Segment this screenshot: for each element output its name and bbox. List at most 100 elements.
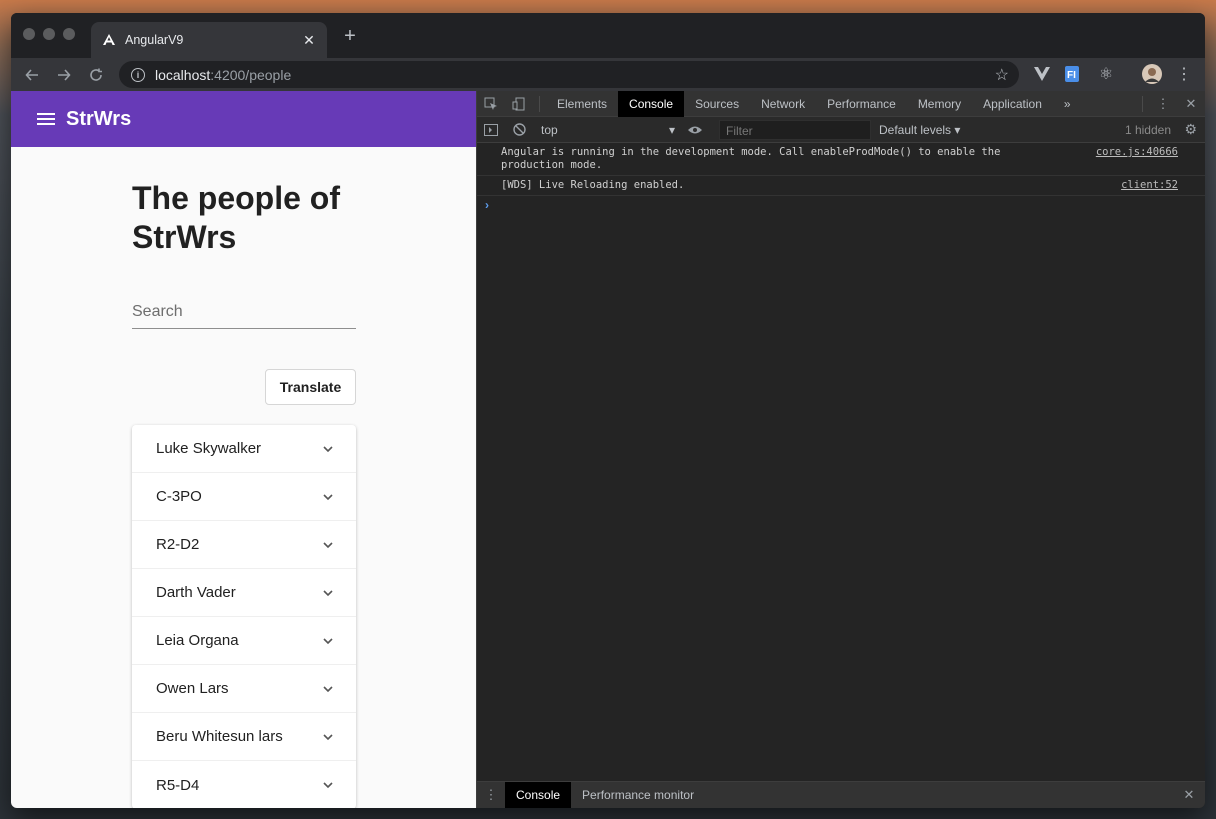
bookmark-star-icon[interactable]: ☆ xyxy=(995,65,1009,85)
browser-toolbar: i localhost:4200/people ☆ FI ⚛ ⋮ xyxy=(11,58,1205,91)
chevron-down-icon xyxy=(323,493,333,500)
close-devtools-icon[interactable]: ✕ xyxy=(1177,91,1205,117)
forward-icon[interactable] xyxy=(53,64,75,86)
live-expression-eye-icon[interactable] xyxy=(681,117,709,143)
person-name: Beru Whitesun lars xyxy=(156,728,283,745)
console-message-text: Angular is running in the development mo… xyxy=(501,146,1001,171)
devtools-drawer: ⋮ Console Performance monitor ✕ xyxy=(477,781,1205,808)
extension-fi-icon[interactable]: FI xyxy=(1063,63,1085,85)
console-settings-gear-icon[interactable]: ⚙ xyxy=(1184,121,1197,138)
person-name: Luke Skywalker xyxy=(156,440,262,457)
url-path: :4200/people xyxy=(210,66,292,83)
chevron-down-icon xyxy=(323,445,333,452)
chevron-down-icon xyxy=(323,541,333,548)
console-source-link[interactable]: core.js:40666 xyxy=(1096,146,1178,159)
angular-icon xyxy=(101,32,117,48)
context-label: top xyxy=(541,122,558,137)
tab-network[interactable]: Network xyxy=(750,91,816,117)
people-content: The people of StrWrs Translate Luke Skyw… xyxy=(132,179,356,808)
browser-menu-icon[interactable]: ⋮ xyxy=(1173,63,1195,85)
devtools-menu-icon[interactable]: ⋮ xyxy=(1149,91,1177,117)
console-source-link[interactable]: client:52 xyxy=(1121,179,1178,192)
more-tabs-icon[interactable]: » xyxy=(1053,91,1082,117)
vue-devtools-icon[interactable] xyxy=(1031,63,1053,85)
tab-elements[interactable]: Elements xyxy=(546,91,618,117)
back-icon[interactable] xyxy=(21,64,43,86)
console-prompt[interactable]: › xyxy=(477,196,1205,214)
devtools-panel: Elements Console Sources Network Perform… xyxy=(476,90,1205,808)
hidden-count: 1 hidden xyxy=(1124,123,1171,137)
address-bar[interactable]: i localhost:4200/people ☆ xyxy=(119,61,1019,88)
console-message-text: [WDS] Live Reloading enabled. xyxy=(501,179,685,191)
console-toolbar: top ▾ Filter Default levels ▾ 1 hidden ⚙ xyxy=(477,117,1205,143)
tab-performance[interactable]: Performance xyxy=(816,91,907,117)
clear-console-icon[interactable] xyxy=(505,117,533,143)
minimize-window-button[interactable] xyxy=(43,28,55,40)
reload-icon[interactable] xyxy=(85,64,107,86)
tab-memory[interactable]: Memory xyxy=(907,91,972,117)
list-item[interactable]: Luke Skywalker xyxy=(132,425,356,473)
translate-button[interactable]: Translate xyxy=(265,369,356,405)
chevron-down-icon xyxy=(323,782,333,789)
app-title: StrWrs xyxy=(66,107,132,130)
browser-tab[interactable]: AngularV9 ✕ xyxy=(91,22,327,58)
devtools-controls: ⋮ ✕ xyxy=(1136,91,1205,117)
person-name: Darth Vader xyxy=(156,584,236,601)
inspect-element-icon[interactable] xyxy=(477,91,505,117)
profile-avatar[interactable] xyxy=(1141,63,1163,85)
list-item[interactable]: Darth Vader xyxy=(132,569,356,617)
console-filter-input[interactable]: Filter xyxy=(719,119,871,140)
page-title: The people of StrWrs xyxy=(132,180,340,255)
drawer-tab-performance-monitor[interactable]: Performance monitor xyxy=(571,782,705,809)
list-item[interactable]: Owen Lars xyxy=(132,665,356,713)
sidebar-toggle-icon[interactable] xyxy=(477,117,505,143)
maximize-window-button[interactable] xyxy=(63,28,75,40)
drawer-menu-icon[interactable]: ⋮ xyxy=(477,782,505,808)
search-input[interactable] xyxy=(132,299,356,325)
console-message: [WDS] Live Reloading enabled. client:52 xyxy=(477,176,1205,196)
people-list: Luke Skywalker C-3PO R2-D2 Darth Vader L… xyxy=(132,425,356,808)
search-field xyxy=(132,299,356,329)
divider xyxy=(1142,96,1143,112)
person-name: R2-D2 xyxy=(156,536,200,553)
tab-console[interactable]: Console xyxy=(618,90,685,117)
tab-close-icon[interactable]: ✕ xyxy=(301,32,317,49)
chevron-down-icon xyxy=(323,637,333,644)
url-host: localhost xyxy=(155,66,211,83)
context-selector[interactable]: top ▾ xyxy=(541,123,681,137)
list-item[interactable]: C-3PO xyxy=(132,473,356,521)
person-name: R5-D4 xyxy=(156,776,200,794)
list-item[interactable]: Beru Whitesun lars xyxy=(132,713,356,761)
browser-window: AngularV9 ✕ + i localhost:4200/people ☆ … xyxy=(11,13,1205,808)
drawer-tab-console[interactable]: Console xyxy=(505,781,572,808)
device-toolbar-icon[interactable] xyxy=(505,91,533,117)
list-item[interactable]: Leia Organa xyxy=(132,617,356,665)
react-devtools-icon[interactable]: ⚛ xyxy=(1095,63,1117,85)
dropdown-arrow-icon: ▾ xyxy=(668,122,675,137)
person-name: C-3PO xyxy=(156,488,202,505)
site-info-icon[interactable]: i xyxy=(131,67,145,82)
tab-application[interactable]: Application xyxy=(972,91,1053,117)
translate-row: Translate xyxy=(132,369,356,405)
web-page: StrWrs The people of StrWrs Translate Lu… xyxy=(11,91,476,808)
divider xyxy=(539,95,540,112)
list-item[interactable]: R5-D4 xyxy=(132,761,356,808)
menu-icon[interactable] xyxy=(37,110,55,128)
svg-text:FI: FI xyxy=(1067,70,1076,81)
person-name: Leia Organa xyxy=(156,632,239,649)
tab-title: AngularV9 xyxy=(125,33,184,47)
list-item[interactable]: R2-D2 xyxy=(132,521,356,569)
log-levels-dropdown[interactable]: Default levels ▾ xyxy=(879,123,960,137)
chevron-down-icon xyxy=(323,685,333,692)
devtools-tab-bar: Elements Console Sources Network Perform… xyxy=(477,90,1205,117)
chevron-down-icon xyxy=(323,589,333,596)
chevron-down-icon xyxy=(323,733,333,740)
close-window-button[interactable] xyxy=(23,28,35,40)
app-toolbar: StrWrs xyxy=(11,91,476,147)
tab-sources[interactable]: Sources xyxy=(684,91,750,117)
tab-strip: AngularV9 ✕ + xyxy=(11,13,1205,58)
person-name: Owen Lars xyxy=(156,680,229,697)
close-drawer-icon[interactable]: ✕ xyxy=(1175,782,1203,808)
new-tab-button[interactable]: + xyxy=(340,25,360,48)
console-message: Angular is running in the development mo… xyxy=(477,143,1205,176)
